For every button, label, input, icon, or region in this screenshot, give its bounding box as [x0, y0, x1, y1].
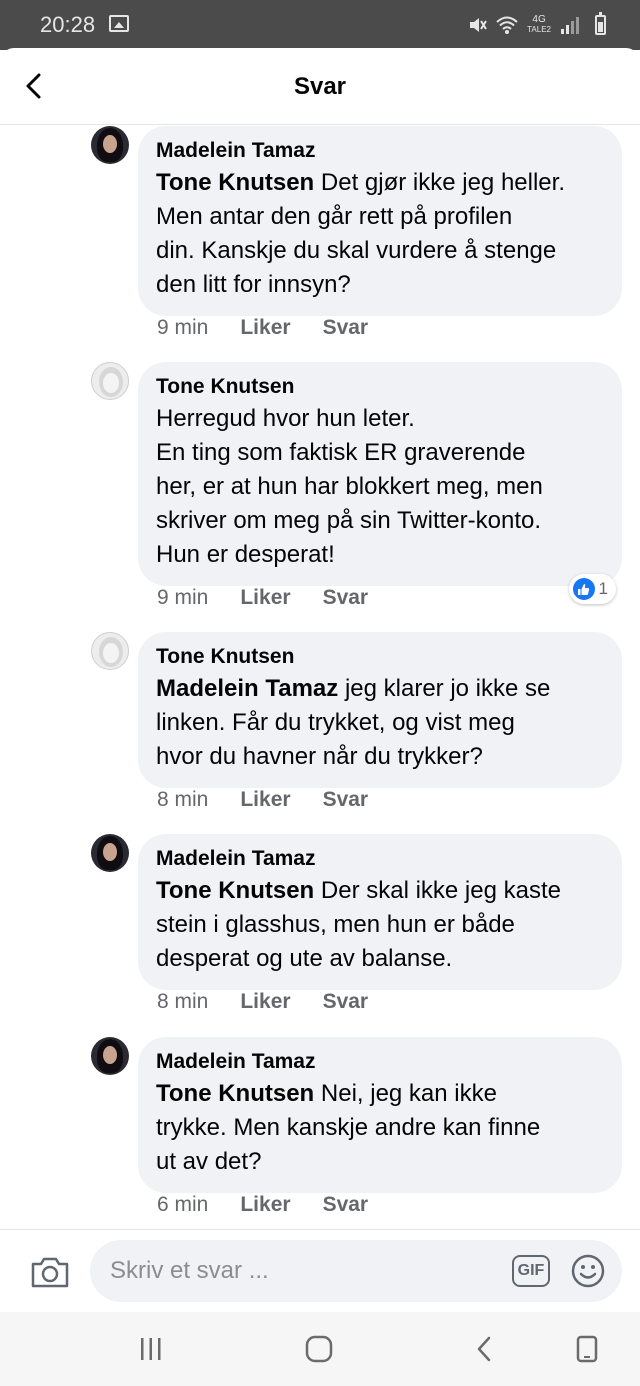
comment-time: 8 min	[157, 788, 209, 811]
comment-bubble[interactable]: Madelein Tamaz Tone Knutsen Nei, jeg kan…	[138, 1037, 622, 1193]
composer-divider	[0, 1229, 640, 1230]
comment-line: Hun er desperat!	[156, 541, 335, 568]
comment-mention[interactable]: Tone Knutsen	[156, 169, 314, 196]
comment-bubble[interactable]: Madelein Tamaz Tone Knutsen Det gjør ikk…	[138, 126, 622, 316]
like-button[interactable]: Liker	[240, 788, 290, 812]
wifi-icon	[496, 16, 518, 34]
comment-actions: 9 min Liker Svar	[157, 316, 368, 340]
comment-author[interactable]: Tone Knutsen	[156, 644, 604, 670]
mute-icon	[470, 18, 487, 32]
like-button[interactable]: Liker	[240, 316, 290, 340]
comment-time: 9 min	[157, 586, 209, 609]
comment-line: din. Kanskje du skal vurdere å stenge	[156, 237, 557, 264]
reply-button[interactable]: Svar	[323, 586, 369, 610]
comment-line: trykke. Men kanskje andre kan finne	[156, 1114, 541, 1141]
network-indicator: 4G TALE2	[527, 15, 551, 35]
comment-bubble[interactable]: Tone Knutsen Madelein Tamaz jeg klarer j…	[138, 632, 622, 788]
comment-author[interactable]: Madelein Tamaz	[156, 138, 604, 164]
comment-line: Men antar den går rett på profilen	[156, 203, 513, 230]
gif-button[interactable]: GIF	[512, 1255, 550, 1287]
avatar[interactable]	[91, 834, 129, 872]
comment-actions: 8 min Liker Svar	[157, 990, 368, 1014]
avatar[interactable]	[91, 632, 129, 670]
avatar[interactable]	[91, 1037, 129, 1075]
comment-actions: 9 min Liker Svar	[157, 586, 368, 610]
comment-time: 8 min	[157, 990, 209, 1013]
comment-time: 9 min	[157, 316, 209, 339]
comment-line: her, er at hun har blokkert meg, men	[156, 473, 543, 500]
page-title: Svar	[293, 73, 347, 100]
comment-line: hvor du havner når du trykker?	[156, 743, 483, 770]
comment-line: Det gjør ikke jeg heller.	[314, 169, 565, 196]
network-sub: TALE2	[527, 25, 551, 34]
like-button[interactable]: Liker	[240, 1193, 290, 1217]
comment-line: Nei, jeg kan ikke	[314, 1080, 497, 1107]
network-type: 4G	[532, 14, 546, 25]
reply-button[interactable]: Svar	[323, 1193, 369, 1217]
back-icon[interactable]	[474, 1334, 494, 1364]
comment-mention[interactable]: Tone Knutsen	[156, 1080, 314, 1107]
recent-apps-icon[interactable]	[138, 1334, 164, 1364]
comment-author[interactable]: Madelein Tamaz	[156, 846, 604, 872]
signal-icon	[561, 17, 579, 34]
comment-text: Tone Knutsen Nei, jeg kan ikke trykke. M…	[156, 1077, 604, 1179]
emoji-icon[interactable]	[570, 1253, 606, 1289]
comment-line: linken. Får du trykket, og vist meg	[156, 709, 515, 736]
comment-line: desperat og ute av balanse.	[156, 945, 453, 972]
comment-text: Tone Knutsen Det gjør ikke jeg heller. M…	[156, 166, 604, 302]
comment-time: 6 min	[157, 1193, 209, 1216]
image-icon	[109, 15, 129, 32]
comment-line: ut av det?	[156, 1148, 262, 1175]
status-time: 20:28	[40, 12, 96, 37]
comment-bubble[interactable]: Madelein Tamaz Tone Knutsen Der skal ikk…	[138, 834, 622, 990]
comment-text: Herregud hvor hun leter. En ting som fak…	[156, 402, 604, 572]
comment-line: stein i glasshus, men hun er både	[156, 911, 515, 938]
reaction-count: 1	[598, 579, 608, 598]
camera-icon[interactable]	[30, 1254, 70, 1290]
comment-text: Tone Knutsen Der skal ikke jeg kaste ste…	[156, 874, 604, 976]
like-button[interactable]: Liker	[240, 586, 290, 610]
system-nav-bar	[0, 1312, 640, 1386]
comment-actions: 8 min Liker Svar	[157, 788, 368, 812]
reply-button[interactable]: Svar	[323, 788, 369, 812]
comment-line: jeg klarer jo ikke se	[338, 675, 551, 702]
reply-button[interactable]: Svar	[323, 990, 369, 1014]
comment-mention[interactable]: Madelein Tamaz	[156, 675, 338, 702]
reply-button[interactable]: Svar	[323, 316, 369, 340]
reaction-badge[interactable]: 1	[568, 574, 616, 604]
header: Svar	[0, 48, 640, 124]
comment-author[interactable]: Tone Knutsen	[156, 374, 604, 400]
comment-line: skriver om meg på sin Twitter-konto.	[156, 507, 542, 534]
header-divider	[0, 124, 640, 125]
comment-line: Der skal ikke jeg kaste	[314, 877, 561, 904]
comment-line: Herregud hvor hun leter.	[156, 405, 415, 432]
comment-line: den litt for innsyn?	[156, 271, 351, 298]
home-icon[interactable]	[304, 1334, 334, 1364]
comment-text: Madelein Tamaz jeg klarer jo ikke se lin…	[156, 672, 604, 774]
status-bar: 20:28 4G TALE2	[0, 0, 640, 50]
avatar[interactable]	[91, 126, 129, 164]
battery-icon	[595, 12, 606, 35]
like-icon	[572, 578, 595, 600]
avatar[interactable]	[91, 362, 129, 400]
comment-author[interactable]: Madelein Tamaz	[156, 1049, 604, 1075]
comment-actions: 6 min Liker Svar	[157, 1193, 368, 1217]
comment-line: En ting som faktisk ER graverende	[156, 439, 526, 466]
comment-bubble[interactable]: Tone Knutsen Herregud hvor hun leter. En…	[138, 362, 622, 586]
like-button[interactable]: Liker	[240, 990, 290, 1014]
status-icons: 4G TALE2	[467, 12, 606, 38]
comment-mention[interactable]: Tone Knutsen	[156, 877, 314, 904]
rotate-icon[interactable]	[576, 1334, 598, 1364]
